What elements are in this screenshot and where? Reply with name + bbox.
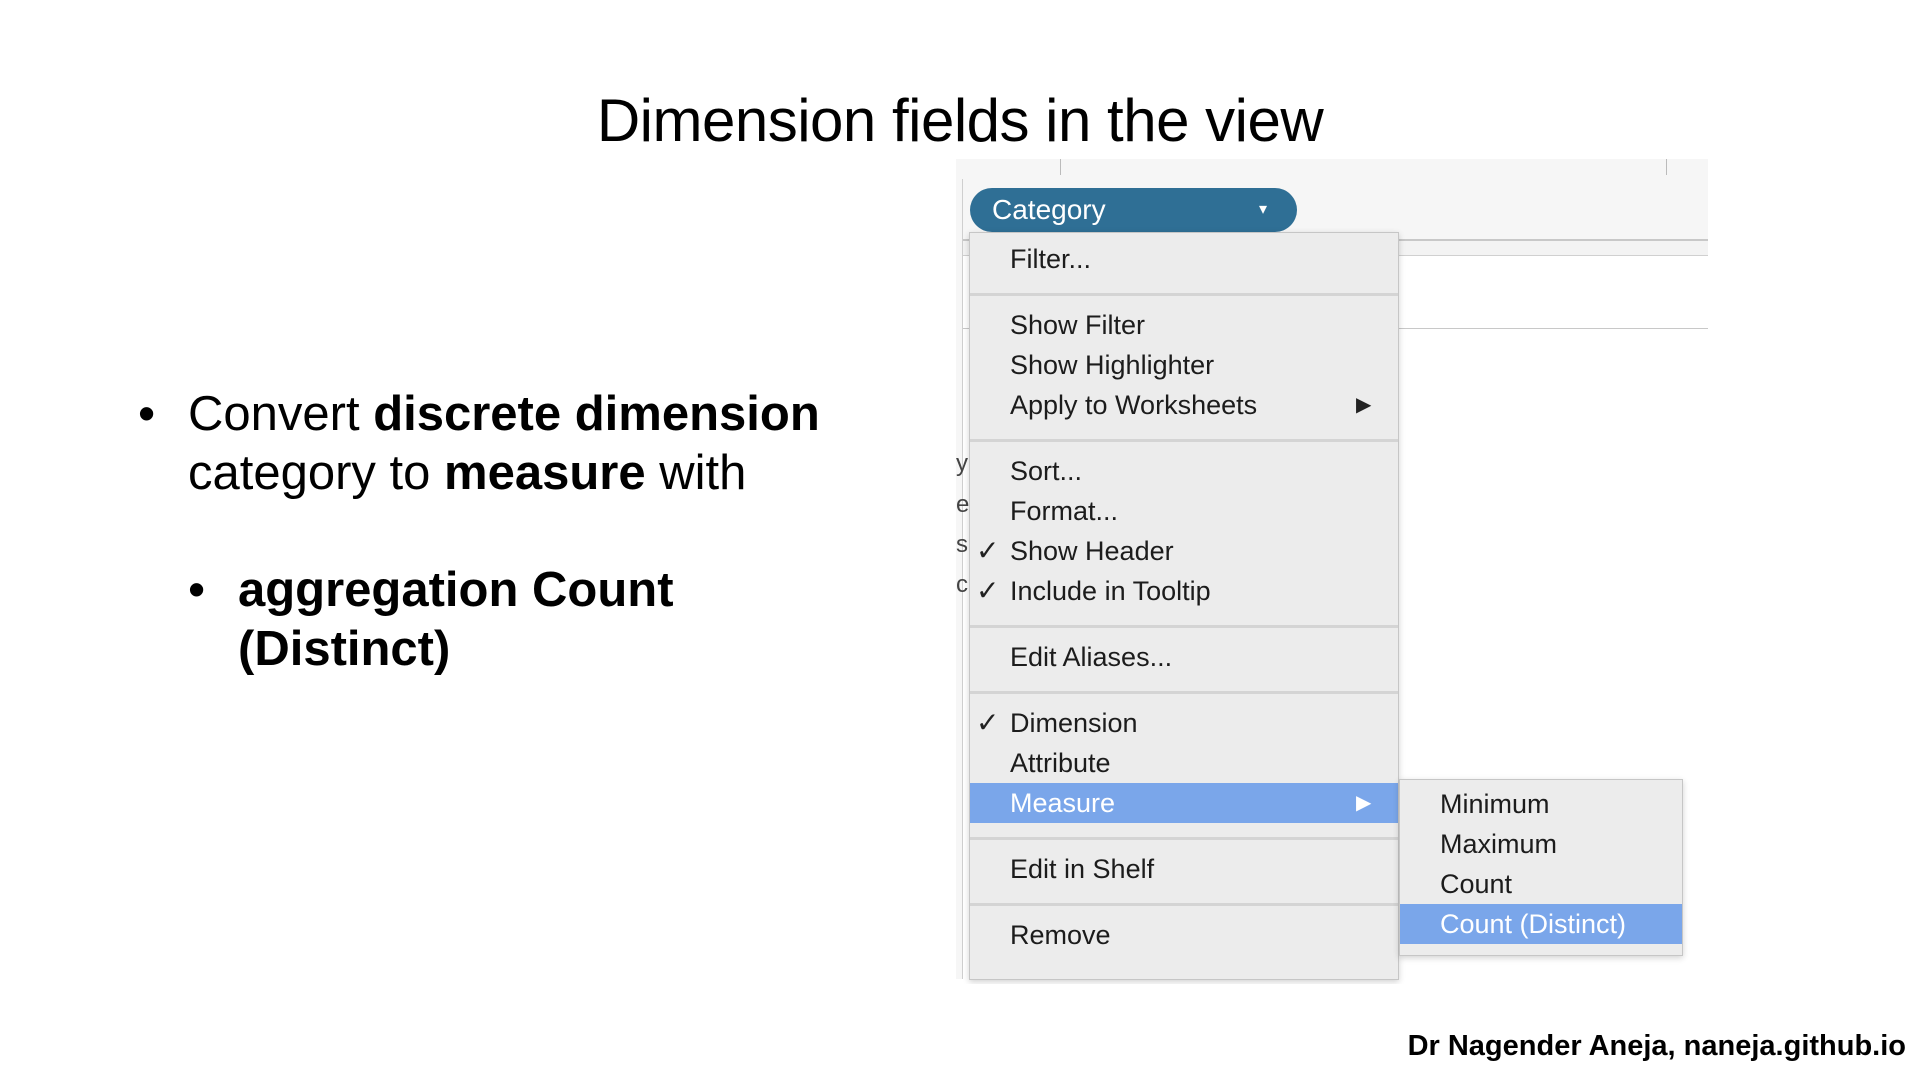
- bullet-item-convert: • Convert discrete dimension category to…: [138, 385, 858, 503]
- checkmark-icon: ✓: [976, 575, 1000, 606]
- bullet-dot: •: [188, 563, 206, 617]
- bullet-text: Convert: [188, 387, 374, 441]
- checkmark-icon: ✓: [976, 707, 1000, 738]
- menu-item-label: Attribute: [1010, 748, 1111, 778]
- menu-item-label: Sort...: [1010, 456, 1083, 486]
- menu-item-label: Show Header: [1010, 536, 1174, 566]
- menu-item-dimension[interactable]: ✓ Dimension: [970, 703, 1398, 743]
- menu-item-label: Minimum: [1440, 789, 1550, 819]
- clipped-text: e: [956, 491, 970, 518]
- menu-item-label: Show Filter: [1010, 310, 1146, 340]
- chevron-down-icon[interactable]: ▾: [1259, 188, 1267, 232]
- menu-item-measure[interactable]: Measure ▶: [970, 783, 1398, 823]
- checkmark-icon: ✓: [976, 535, 1000, 566]
- menu-item-show-highlighter[interactable]: Show Highlighter: [970, 345, 1398, 385]
- submenu-item-minimum[interactable]: Minimum: [1400, 784, 1682, 824]
- menu-item-sort[interactable]: Sort...: [970, 451, 1398, 491]
- clipped-text: s: [956, 531, 968, 558]
- bullet-bold-text: (Distinct): [238, 622, 451, 676]
- submenu-item-maximum[interactable]: Maximum: [1400, 824, 1682, 864]
- clipped-text: y: [956, 450, 968, 477]
- menu-separator: [970, 837, 1398, 840]
- category-pill[interactable]: Category ▾: [970, 188, 1297, 232]
- menu-item-show-filter[interactable]: Show Filter: [970, 305, 1398, 345]
- menu-item-label: Dimension: [1010, 708, 1138, 738]
- menu-item-show-header[interactable]: ✓ Show Header: [970, 531, 1398, 571]
- menu-item-label: Count (Distinct): [1440, 909, 1627, 939]
- bullet-list: • Convert discrete dimension category to…: [138, 385, 858, 679]
- bullet-dot: •: [138, 387, 156, 441]
- bullet-bold-text: discrete dimension: [373, 387, 820, 441]
- menu-item-label: Count: [1440, 869, 1513, 899]
- menu-separator: [970, 691, 1398, 694]
- bullet-text: with: [645, 446, 747, 500]
- menu-item-format[interactable]: Format...: [970, 491, 1398, 531]
- menu-item-label: Remove: [1010, 920, 1111, 950]
- submenu-item-count-distinct[interactable]: Count (Distinct): [1400, 904, 1682, 944]
- shelf-divider: [1666, 159, 1667, 175]
- menu-item-label: Edit Aliases...: [1010, 642, 1173, 672]
- footer-credit: Dr Nagender Aneja, naneja.github.io: [1407, 1030, 1906, 1062]
- clipped-text: c: [956, 571, 968, 598]
- menu-item-edit-in-shelf[interactable]: Edit in Shelf: [970, 849, 1398, 889]
- shelf-divider: [1060, 159, 1061, 175]
- menu-item-label: Measure: [1010, 788, 1116, 818]
- menu-separator: [970, 903, 1398, 906]
- bullet-text: category to: [188, 446, 445, 500]
- menu-separator: [970, 293, 1398, 296]
- menu-item-include-in-tooltip[interactable]: ✓ Include in Tooltip: [970, 571, 1398, 611]
- bullet-item-aggregation: • aggregation Count (Distinct): [188, 561, 858, 679]
- menu-item-filter[interactable]: Filter...: [970, 239, 1398, 279]
- menu-item-edit-aliases[interactable]: Edit Aliases...: [970, 637, 1398, 677]
- menu-item-label: Include in Tooltip: [1010, 576, 1211, 606]
- menu-item-label: Apply to Worksheets: [1010, 390, 1258, 420]
- measure-submenu: Minimum Maximum Count Count (Distinct): [1399, 779, 1683, 956]
- menu-item-label: Edit in Shelf: [1010, 854, 1155, 884]
- menu-item-remove[interactable]: Remove: [970, 915, 1398, 955]
- tableau-screenshot: y e s c Category ▾ Filter... Show Filter…: [956, 159, 1708, 984]
- menu-item-apply-to-worksheets[interactable]: Apply to Worksheets ▶: [970, 385, 1398, 425]
- menu-item-attribute[interactable]: Attribute: [970, 743, 1398, 783]
- field-context-menu: Filter... Show Filter Show Highlighter A…: [969, 232, 1399, 980]
- menu-item-label: Filter...: [1010, 244, 1092, 274]
- menu-item-label: Show Highlighter: [1010, 350, 1215, 380]
- bullet-bold-text: aggregation Count: [238, 563, 674, 617]
- menu-separator: [970, 439, 1398, 442]
- submenu-arrow-icon: ▶: [1356, 792, 1372, 814]
- menu-item-label: Format...: [1010, 496, 1119, 526]
- submenu-arrow-icon: ▶: [1356, 394, 1372, 416]
- slide-title: Dimension fields in the view: [596, 87, 1324, 154]
- menu-item-label: Maximum: [1440, 829, 1558, 859]
- pill-label: Category: [992, 194, 1106, 225]
- menu-separator: [970, 625, 1398, 628]
- bullet-bold-text: measure: [444, 446, 646, 500]
- submenu-item-count[interactable]: Count: [1400, 864, 1682, 904]
